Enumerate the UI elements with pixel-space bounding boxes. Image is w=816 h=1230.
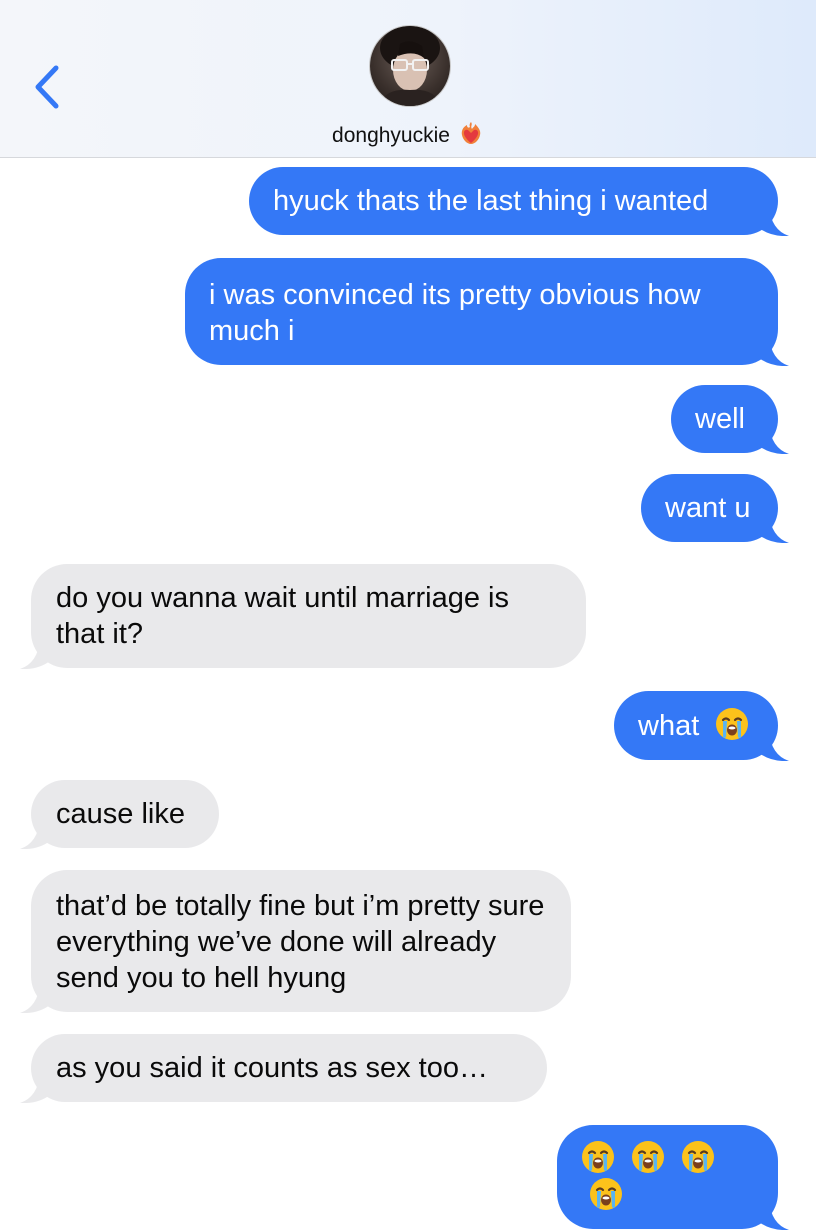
message-bubble-sent[interactable]: want u <box>641 474 789 543</box>
chevron-left-icon[interactable] <box>28 60 68 114</box>
bubble-tail <box>759 206 789 236</box>
loudly-crying-face-icon <box>682 1141 715 1173</box>
bubble-tail <box>20 983 50 1013</box>
bubble-tail <box>20 639 50 669</box>
bubble-tail <box>759 424 789 454</box>
loudly-crying-face-icon <box>582 1141 614 1173</box>
message-bubble-sent[interactable] <box>557 1125 789 1230</box>
message-bubble-received[interactable]: as you said it counts as sex too… <box>20 1034 547 1103</box>
message-text: hyuck thats the last thing i wanted <box>273 185 709 217</box>
bubble-tail <box>759 1200 789 1230</box>
message-bubble-sent[interactable]: i was convinced its pretty obvious how m… <box>185 258 789 366</box>
heart-on-fire-icon <box>458 120 484 152</box>
message-bubble-received[interactable]: do you wanna wait until marriage is that… <box>20 564 586 669</box>
avatar[interactable] <box>370 26 450 106</box>
message-text: well <box>695 403 745 435</box>
bubble-tail <box>759 336 789 366</box>
message-bubble-sent[interactable]: what <box>614 691 789 761</box>
contact-name[interactable]: donghyuckie <box>0 120 816 152</box>
bubble-tail <box>20 1073 50 1103</box>
loudly-crying-face-icon <box>716 708 749 740</box>
message-bubble-sent[interactable]: hyuck thats the last thing i wanted <box>249 167 789 236</box>
message-text: what <box>638 710 700 742</box>
message-text: cause like <box>56 798 185 830</box>
contact-name-label: donghyuckie <box>332 124 450 147</box>
message-bubble-received[interactable]: cause like <box>20 780 219 849</box>
message-text: want u <box>665 492 751 524</box>
conversation-header: donghyuckie <box>0 0 816 158</box>
message-text: as you said it counts as sex too… <box>56 1052 488 1084</box>
bubble-tail <box>20 819 50 849</box>
loudly-crying-face-icon <box>632 1141 665 1173</box>
message-bubble-received[interactable]: that’d be totally fine but i’m pretty su… <box>20 870 571 1013</box>
message-text: that’d be totally fine but i’m pretty su… <box>56 890 545 994</box>
message-text: i was convinced its pretty obvious how m… <box>209 279 701 347</box>
bubble-tail <box>759 513 789 543</box>
message-bubble-sent[interactable]: well <box>671 385 789 454</box>
message-text: do you wanna wait until marriage is that… <box>56 582 509 650</box>
loudly-crying-face-icon <box>590 1178 622 1210</box>
bubble-tail <box>759 731 789 761</box>
